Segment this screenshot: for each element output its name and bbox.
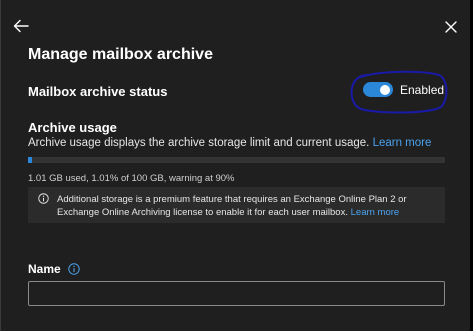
toggle-switch[interactable]: [363, 82, 393, 97]
info-icon[interactable]: [67, 263, 80, 275]
archive-usage-description: Archive usage displays the archive stora…: [28, 137, 431, 149]
archive-usage-progress-fill: [28, 157, 33, 163]
arrow-left-icon: [13, 19, 29, 33]
info-icon: [38, 193, 49, 204]
learn-more-link[interactable]: Learn more: [373, 137, 432, 149]
archive-usage-progress-bar: [28, 157, 445, 163]
archive-usage-stats: 1.01 GB used, 1.01% of 100 GB, warning a…: [28, 173, 235, 184]
info-learn-more-link[interactable]: Learn more: [351, 207, 400, 218]
archive-usage-heading: Archive usage: [28, 120, 117, 135]
archive-usage-description-text: Archive usage displays the archive stora…: [28, 137, 370, 149]
premium-storage-info-box: Additional storage is a premium feature …: [28, 187, 445, 223]
name-field-label: Name: [28, 262, 80, 276]
close-icon: [445, 21, 457, 33]
manage-archive-panel: Manage mailbox archive Mailbox archive s…: [0, 0, 470, 331]
premium-storage-info-text: Additional storage is a premium feature …: [57, 193, 437, 219]
archive-status-label: Mailbox archive status: [28, 84, 168, 99]
archive-status-toggle[interactable]: Enabled: [363, 82, 444, 97]
back-button[interactable]: [9, 14, 33, 38]
toggle-knob: [380, 84, 390, 95]
name-input[interactable]: [28, 281, 445, 306]
toggle-state-label: Enabled: [400, 82, 445, 97]
close-button[interactable]: [439, 15, 463, 39]
panel-title: Manage mailbox archive: [28, 46, 213, 63]
name-label-text: Name: [28, 262, 61, 276]
